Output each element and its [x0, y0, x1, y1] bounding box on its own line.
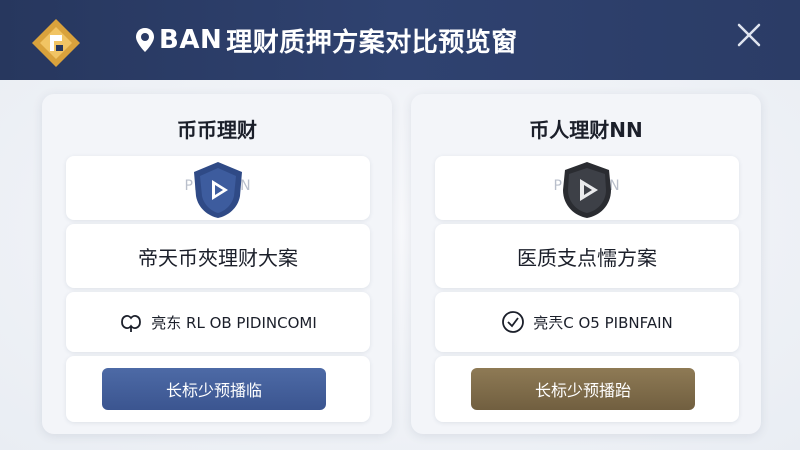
- preview-button[interactable]: 长标少预播跆: [471, 368, 695, 410]
- feature-text: 亮兲C O5 PIBNFAIN: [533, 313, 673, 332]
- feature-card: 亮兲C O5 PIBNFAIN: [435, 292, 739, 352]
- check-circle-icon: [502, 311, 525, 333]
- title-prefix: BAN: [159, 25, 223, 55]
- title-text: 理财质押方案对比预览窗: [226, 27, 518, 58]
- feature-text: 亮东 RL OB PIDINCOMI: [151, 313, 317, 332]
- window-title: BAN 理财质押方案对比预览窗: [135, 24, 518, 58]
- action-card: 长标少预播临: [66, 356, 370, 422]
- feature-row: 亮东 RL OB PIDINCOMI: [66, 310, 370, 334]
- plan-card: 医质支点懦方案: [435, 224, 739, 288]
- title-bar: BAN 理财质押方案对比预览窗: [0, 0, 800, 80]
- dark-shield-play-icon: [563, 162, 611, 218]
- close-icon[interactable]: [734, 20, 764, 50]
- wave-icon: [121, 315, 142, 332]
- panel-title: 币币理财: [177, 118, 257, 142]
- plan-card: 帝天币夾理财大案: [66, 224, 370, 288]
- plan-panel-left: 币币理财 PEL DAN 帝天币夾理财大案 亮东 RL OB PIDINCOMI…: [42, 94, 392, 434]
- preview-button[interactable]: 长标少预播临: [102, 368, 326, 410]
- plan-name: 帝天币夾理财大案: [138, 246, 298, 270]
- plan-panel-right: 币人理财NN PEL DAN 医质支点懦方案 亮兲C O5 PIBNFAIN 长…: [411, 94, 761, 434]
- blue-shield-play-icon: [194, 162, 242, 218]
- feature-row: 亮兲C O5 PIBNFAIN: [435, 310, 739, 334]
- diamond-logo-icon: [32, 19, 80, 67]
- brand-card: PEL DAN: [66, 156, 370, 220]
- plan-name: 医质支点懦方案: [517, 246, 657, 270]
- feature-card: 亮东 RL OB PIDINCOMI: [66, 292, 370, 352]
- brand-card: PEL DAN: [435, 156, 739, 220]
- panel-title: 币人理财NN: [529, 118, 643, 142]
- action-card: 长标少预播跆: [435, 356, 739, 422]
- location-pin-icon: [136, 28, 154, 52]
